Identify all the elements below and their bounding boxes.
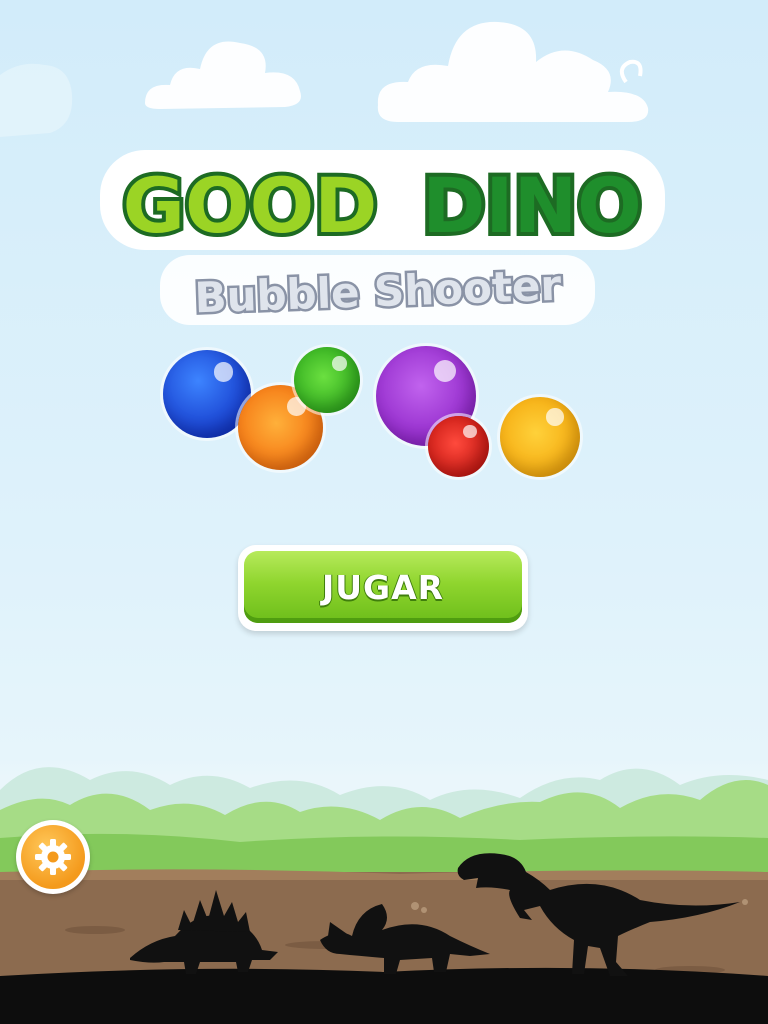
landscape	[0, 767, 768, 1024]
settings-button-face[interactable]	[21, 825, 85, 889]
game-logo: GOOD DINO Bubble Shooter	[100, 150, 665, 325]
bubble-green	[294, 347, 360, 413]
bubble-red	[428, 416, 489, 477]
settings-button[interactable]	[16, 820, 90, 894]
play-button-face[interactable]: JUGAR	[244, 551, 522, 623]
logo-title-good: GOOD	[123, 161, 378, 250]
play-button-label: JUGAR	[321, 567, 445, 607]
bubble-yellow	[500, 397, 580, 477]
logo-title-dino: DINO	[422, 161, 642, 250]
game-menu-screen: GOOD DINO Bubble Shooter JUGAR	[0, 0, 768, 1024]
play-button[interactable]: JUGAR	[238, 545, 528, 631]
gear-icon	[35, 839, 71, 875]
